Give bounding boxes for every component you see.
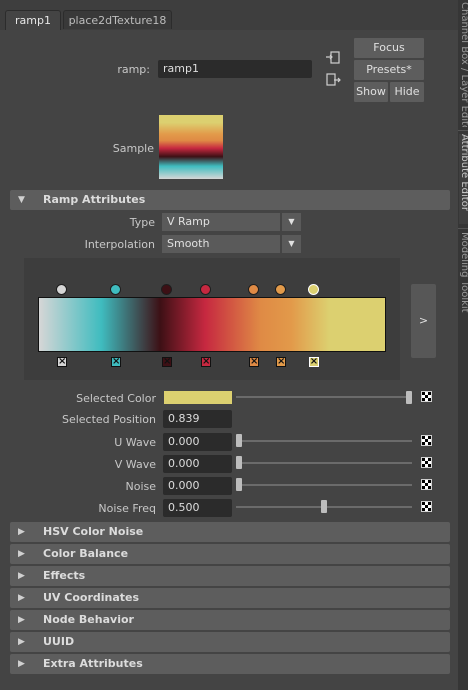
frame-title: UUID [43, 635, 75, 648]
noise-label: Noise [125, 480, 156, 493]
frame-effects[interactable]: ▶ Effects [10, 566, 450, 586]
expand-triangle-icon: ▶ [18, 637, 25, 647]
selected-color-slider-thumb[interactable] [406, 391, 412, 404]
frame-title: HSV Color Noise [43, 525, 144, 538]
expand-triangle-icon: ▶ [18, 593, 25, 603]
frame-title: UV Coordinates [43, 591, 140, 604]
u-wave-slider-thumb[interactable] [236, 434, 242, 447]
sample-label: Sample [112, 142, 154, 155]
side-tab-divider [458, 228, 468, 229]
ramp-gradient-bar[interactable] [38, 297, 386, 352]
ramp-delete-handle-icon[interactable]: × [276, 357, 286, 367]
v-wave-slider-track[interactable] [236, 462, 412, 464]
type-dropdown-arrow-icon[interactable]: ▼ [281, 213, 301, 231]
ramp-color-handle[interactable] [200, 284, 211, 295]
ramp-color-handle[interactable] [275, 284, 286, 295]
frame-ramp-attributes-title: Ramp Attributes [43, 193, 146, 206]
ramp-delete-handle-icon[interactable]: × [162, 357, 172, 367]
interpolation-dropdown[interactable]: Smooth [162, 235, 280, 253]
frame-uuid[interactable]: ▶ UUID [10, 632, 450, 652]
frame-title: Node Behavior [43, 613, 134, 626]
selected-color-label: Selected Color [76, 392, 156, 405]
map-button-icon[interactable] [421, 391, 432, 402]
expand-triangle-icon: ▶ [18, 527, 25, 537]
map-button-icon[interactable] [421, 457, 432, 468]
side-tab-attribute-editor[interactable]: Attribute Editor [459, 134, 468, 224]
u-wave-slider-track[interactable] [236, 440, 412, 442]
map-button-icon[interactable] [421, 479, 432, 490]
type-dropdown[interactable]: V Ramp [162, 213, 280, 231]
frame-title: Color Balance [43, 547, 129, 560]
noise-slider-track[interactable] [236, 484, 412, 486]
selected-color-swatch[interactable] [164, 391, 232, 404]
tab-ramp1[interactable]: ramp1 [5, 10, 61, 30]
side-tab-channel-box[interactable]: Channel Box / Layer Editor [459, 2, 468, 127]
selected-position-label: Selected Position [61, 413, 156, 426]
v-wave-slider-thumb[interactable] [236, 456, 242, 469]
copy-tab-icon[interactable] [325, 72, 341, 88]
show-button[interactable]: Show [354, 82, 388, 102]
frame-title: Effects [43, 569, 86, 582]
interpolation-dropdown-arrow-icon[interactable]: ▼ [281, 235, 301, 253]
ramp-color-handle[interactable] [307, 284, 319, 295]
frame-uv-coordinates[interactable]: ▶ UV Coordinates [10, 588, 450, 608]
ramp-name-label: ramp: [117, 63, 150, 76]
noise-freq-field[interactable]: 0.500 [163, 499, 232, 517]
map-button-icon[interactable] [421, 435, 432, 446]
sample-swatch[interactable] [159, 115, 223, 179]
interpolation-label: Interpolation [84, 238, 155, 251]
expand-triangle-icon: ▶ [18, 659, 25, 669]
ramp-delete-handle-icon[interactable]: × [249, 357, 259, 367]
side-tab-divider [458, 130, 468, 131]
expand-triangle-icon: ▶ [18, 549, 25, 559]
ramp-name-field[interactable]: ramp1 [158, 60, 312, 78]
ramp-color-handle[interactable] [248, 284, 259, 295]
u-wave-field[interactable]: 0.000 [163, 433, 232, 451]
map-button-icon[interactable] [421, 501, 432, 512]
side-tab-modeling-toolkit[interactable]: Modeling Toolkit [459, 232, 468, 322]
ramp-delete-handle-icon[interactable]: × [57, 357, 67, 367]
frame-node-behavior[interactable]: ▶ Node Behavior [10, 610, 450, 630]
collapse-triangle-icon: ▼ [18, 195, 25, 205]
u-wave-label: U Wave [114, 436, 156, 449]
noise-slider-thumb[interactable] [236, 478, 242, 491]
frame-color-balance[interactable]: ▶ Color Balance [10, 544, 450, 564]
ramp-color-handle[interactable] [56, 284, 67, 295]
hide-button[interactable]: Hide [390, 82, 424, 102]
v-wave-field[interactable]: 0.000 [163, 455, 232, 473]
selected-position-field[interactable]: 0.839 [163, 410, 232, 428]
v-wave-label: V Wave [114, 458, 156, 471]
ramp-color-handle[interactable] [110, 284, 121, 295]
presets-button[interactable]: Presets* [354, 60, 424, 80]
ramp-delete-handle-icon[interactable]: × [308, 357, 319, 367]
ramp-delete-handle-icon[interactable]: × [201, 357, 211, 367]
load-attributes-icon[interactable] [325, 50, 341, 66]
selected-color-slider-track[interactable] [236, 396, 412, 398]
frame-hsv-color-noise[interactable]: ▶ HSV Color Noise [10, 522, 450, 542]
ramp-color-handle[interactable] [161, 284, 172, 295]
noise-freq-label: Noise Freq [98, 502, 156, 515]
frame-ramp-attributes[interactable]: ▼ Ramp Attributes [10, 190, 450, 210]
frame-extra-attributes[interactable]: ▶ Extra Attributes [10, 654, 450, 674]
noise-freq-slider-thumb[interactable] [321, 500, 327, 513]
expand-triangle-icon: ▶ [18, 615, 25, 625]
focus-button[interactable]: Focus [354, 38, 424, 58]
ramp-expand-button[interactable]: > [411, 284, 436, 358]
expand-triangle-icon: ▶ [18, 571, 25, 581]
noise-field[interactable]: 0.000 [163, 477, 232, 495]
frame-title: Extra Attributes [43, 657, 143, 670]
tab-place2dtexture18[interactable]: place2dTexture18 [63, 10, 172, 29]
ramp-delete-handle-icon[interactable]: × [111, 357, 121, 367]
type-label: Type [129, 216, 155, 229]
